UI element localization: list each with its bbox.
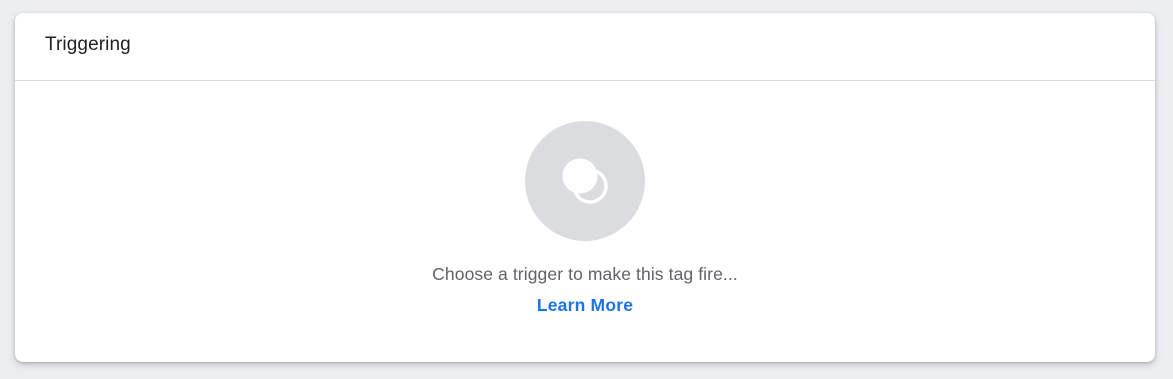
card-body: Choose a trigger to make this tag fire..… [15, 81, 1155, 362]
triggering-card: Triggering Choose a trigger to make this… [15, 13, 1155, 362]
empty-state-message: Choose a trigger to make this tag fire..… [432, 264, 738, 284]
learn-more-link-row: Learn More [15, 295, 1155, 316]
card-title: Triggering [45, 33, 131, 55]
learn-more-link[interactable]: Learn More [537, 295, 633, 315]
card-header: Triggering [15, 13, 1155, 81]
trigger-icon [562, 158, 608, 204]
add-trigger-button[interactable] [525, 121, 645, 241]
